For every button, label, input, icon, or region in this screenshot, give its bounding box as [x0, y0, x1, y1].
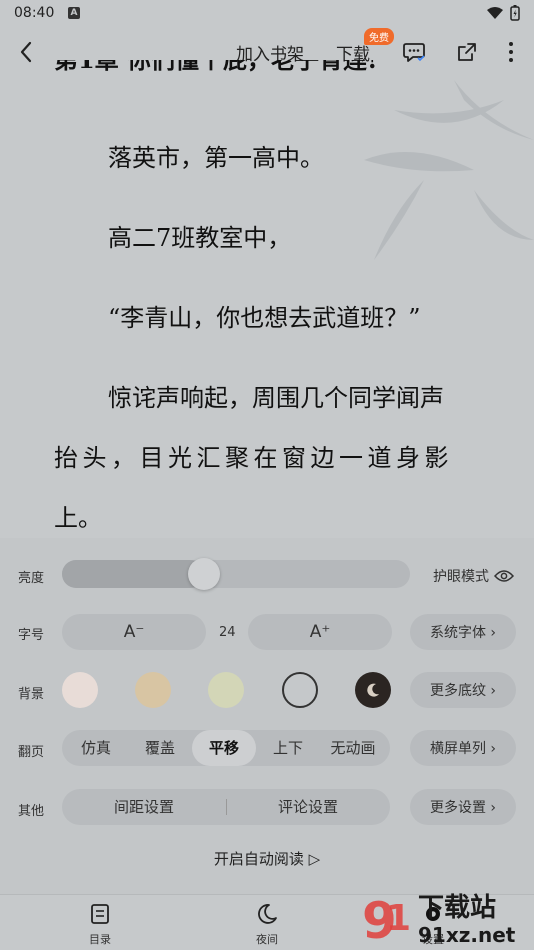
paragraph-line: 落英市，第一高中。 — [108, 144, 324, 172]
svg-text:91xz.net: 91xz.net — [418, 923, 516, 947]
brightness-label: 亮度 — [18, 571, 45, 586]
chapter-title: 第1章 你们懂个屁，老子青莲! — [54, 60, 378, 75]
brightness-slider[interactable] — [62, 558, 410, 590]
font-size-value: 24 — [219, 625, 236, 640]
paragraph-line: 抬头，目光汇聚在窗边一道身影 — [54, 444, 453, 472]
list-icon — [91, 904, 109, 924]
system-font-label: 系统字体 › — [429, 625, 497, 641]
bg-swatch-dark[interactable] — [355, 672, 391, 708]
moon-icon — [367, 683, 379, 697]
system-icons — [486, 5, 520, 21]
bg-swatch-gray-selected[interactable] — [282, 672, 318, 708]
more-settings-label: 更多设置 › — [429, 800, 497, 816]
eye-icon — [494, 570, 514, 582]
bg-swatch-pink[interactable] — [62, 672, 98, 708]
landscape-single-button[interactable]: 横屏单列 › — [410, 730, 516, 766]
paragraph-line: 高二7班教室中， — [108, 224, 292, 252]
brightness-thumb[interactable] — [188, 558, 220, 590]
page-turn-segmented: 仿真 覆盖 平移 上下 无动画 — [62, 730, 390, 766]
moon-icon — [258, 904, 277, 924]
other-label: 其他 — [18, 804, 45, 819]
paragraph-line: 上。 — [54, 504, 102, 532]
free-badge: 免费 — [364, 28, 394, 45]
paragraph-line: 惊诧声响起，周围几个同学闻声 — [108, 384, 444, 412]
notification-icon: A — [68, 7, 80, 19]
reading-content[interactable]: 第1章 你们懂个屁，老子青莲! 落英市，第一高中。 高二7班教室中， “李青山，… — [0, 60, 534, 538]
bg-swatch-tan[interactable] — [135, 672, 171, 708]
status-time: 08:40 — [14, 5, 55, 21]
nav-night-label: 夜间 — [256, 933, 278, 946]
status-bar: 08:40 A — [0, 0, 534, 28]
page-turn-option-selected[interactable]: 平移 — [192, 730, 256, 766]
more-settings-button[interactable]: 更多设置 › — [410, 789, 516, 825]
svg-text:下载站: 下载站 — [418, 893, 496, 923]
comment-settings-button[interactable]: 评论设置 — [226, 789, 390, 825]
page-turn-label: 翻页 — [18, 745, 45, 760]
background-label: 背景 — [18, 687, 45, 702]
nav-toc[interactable]: 目录 — [70, 903, 130, 947]
paragraph-line: “李青山，你也想去武道班？” — [108, 304, 421, 332]
page-turn-option[interactable]: 覆盖 — [128, 730, 192, 766]
more-textures-button[interactable]: 更多底纹 › — [410, 672, 516, 708]
brightness-fill — [62, 560, 204, 588]
watermark-logo: 9 1 下载站 91xz.net — [362, 892, 516, 948]
battery-icon — [510, 5, 520, 21]
system-font-button[interactable]: 系统字体 › — [410, 614, 516, 650]
nav-night[interactable]: 夜间 — [237, 903, 297, 947]
bg-swatch-green[interactable] — [208, 672, 244, 708]
font-increase-button[interactable]: A⁺ — [248, 614, 392, 650]
auto-read-button[interactable]: 开启自动阅读 ▷ — [0, 848, 534, 869]
font-decrease-button[interactable]: A⁻ — [62, 614, 206, 650]
more-textures-label: 更多底纹 › — [429, 683, 497, 699]
bamboo-decoration — [364, 80, 534, 260]
eye-mode-toggle[interactable]: 护眼模式 — [433, 566, 514, 586]
spacing-settings-button[interactable]: 间距设置 — [62, 789, 226, 825]
font-increase-label: A⁺ — [309, 622, 331, 642]
font-size-label: 字号 — [18, 628, 45, 643]
page-turn-option[interactable]: 无动画 — [320, 730, 386, 766]
eye-mode-label: 护眼模式 — [433, 569, 489, 585]
svg-text:1: 1 — [386, 898, 411, 939]
wifi-icon — [487, 7, 503, 19]
nav-toc-label: 目录 — [89, 933, 111, 946]
landscape-single-label: 横屏单列 › — [429, 741, 497, 757]
page-turn-option[interactable]: 上下 — [256, 730, 320, 766]
settings-panel: 亮度 护眼模式 字号 A⁻ 24 A⁺ 系统字体 › 背景 更多底纹 › 翻页 … — [0, 538, 534, 894]
font-decrease-label: A⁻ — [123, 622, 145, 642]
page-turn-option[interactable]: 仿真 — [64, 730, 128, 766]
other-settings-group: 间距设置 评论设置 — [62, 789, 390, 825]
